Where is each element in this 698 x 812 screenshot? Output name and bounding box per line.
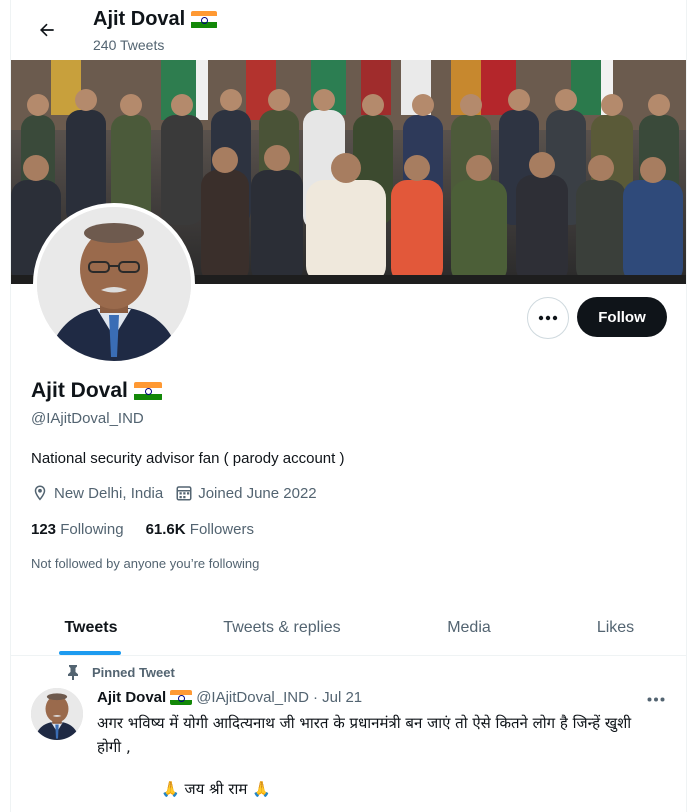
active-tab-indicator <box>59 651 121 655</box>
india-flag-icon <box>170 690 193 705</box>
top-bar: Ajit Doval 240 Tweets <box>11 0 686 60</box>
pinned-indicator: Pinned Tweet <box>66 664 175 680</box>
following-count: 123 <box>31 521 57 538</box>
pin-icon <box>68 665 78 680</box>
more-icon <box>647 697 665 701</box>
profile-name: Ajit Doval <box>31 379 162 403</box>
profile-name-text: Ajit Doval <box>31 379 128 402</box>
calendar-icon <box>176 486 192 501</box>
header-tweet-count: 240 Tweets <box>93 37 165 53</box>
joined-text: Joined June 2022 <box>198 484 317 502</box>
followers-link[interactable]: 61.6K Followers <box>146 521 254 538</box>
profile-column: Ajit Doval 240 Tweets Follow Ajit Doval … <box>10 0 687 812</box>
tab-tweets-and-replies[interactable]: Tweets & replies <box>171 600 393 655</box>
follow-context-note: Not followed by anyone you’re following <box>31 556 260 571</box>
follow-button[interactable]: Follow <box>577 297 667 337</box>
profile-location: New Delhi, India <box>31 484 163 502</box>
tweet-author[interactable]: Ajit Doval <box>97 689 166 706</box>
profile-meta: New Delhi, India Joined June 2022 <box>31 484 329 502</box>
tweet-date[interactable]: · Jul 21 <box>313 689 362 706</box>
tweet-avatar-photo <box>31 688 83 740</box>
profile-bio: National security advisor fan ( parody a… <box>31 450 345 467</box>
profile-joined: Joined June 2022 <box>175 484 317 502</box>
location-text: New Delhi, India <box>54 484 164 502</box>
back-button[interactable] <box>29 12 65 48</box>
pinned-label: Pinned Tweet <box>92 664 175 680</box>
tweet-header: Ajit Doval @IAjitDoval_IND · Jul 21 <box>97 689 362 706</box>
following-label: Following <box>60 521 124 538</box>
more-options-button[interactable] <box>527 297 569 339</box>
tab-tweets[interactable]: Tweets <box>11 600 171 655</box>
header-title: Ajit Doval <box>93 8 218 31</box>
header-name: Ajit Doval <box>93 8 186 30</box>
tweet-avatar[interactable] <box>31 688 83 740</box>
tweet-more-button[interactable] <box>643 686 669 712</box>
profile-handle: @IAjitDoval_IND <box>31 410 144 427</box>
tweet-handle[interactable]: @IAjitDoval_IND <box>196 689 309 706</box>
india-flag-icon <box>133 381 162 401</box>
back-arrow-icon <box>40 23 54 37</box>
location-icon <box>34 485 46 501</box>
profile-tabs: Tweets Tweets & replies Media Likes <box>11 600 686 656</box>
tab-likes[interactable]: Likes <box>545 600 686 655</box>
more-icon <box>538 315 558 321</box>
followers-count: 61.6K <box>145 521 186 538</box>
tweet-text-closing: 🙏 जय श्री राम 🙏 <box>161 780 271 798</box>
tab-media[interactable]: Media <box>393 600 545 655</box>
followers-label: Followers <box>189 521 254 538</box>
follow-stats: 123 Following 61.6K Followers <box>31 521 254 538</box>
profile-avatar[interactable] <box>33 203 195 365</box>
following-link[interactable]: 123 Following <box>31 521 124 538</box>
india-flag-icon <box>191 10 218 29</box>
tweet-text: अगर भविष्य में योगी आदित्यनाथ जी भारत के… <box>97 714 632 756</box>
avatar-photo <box>37 207 191 361</box>
